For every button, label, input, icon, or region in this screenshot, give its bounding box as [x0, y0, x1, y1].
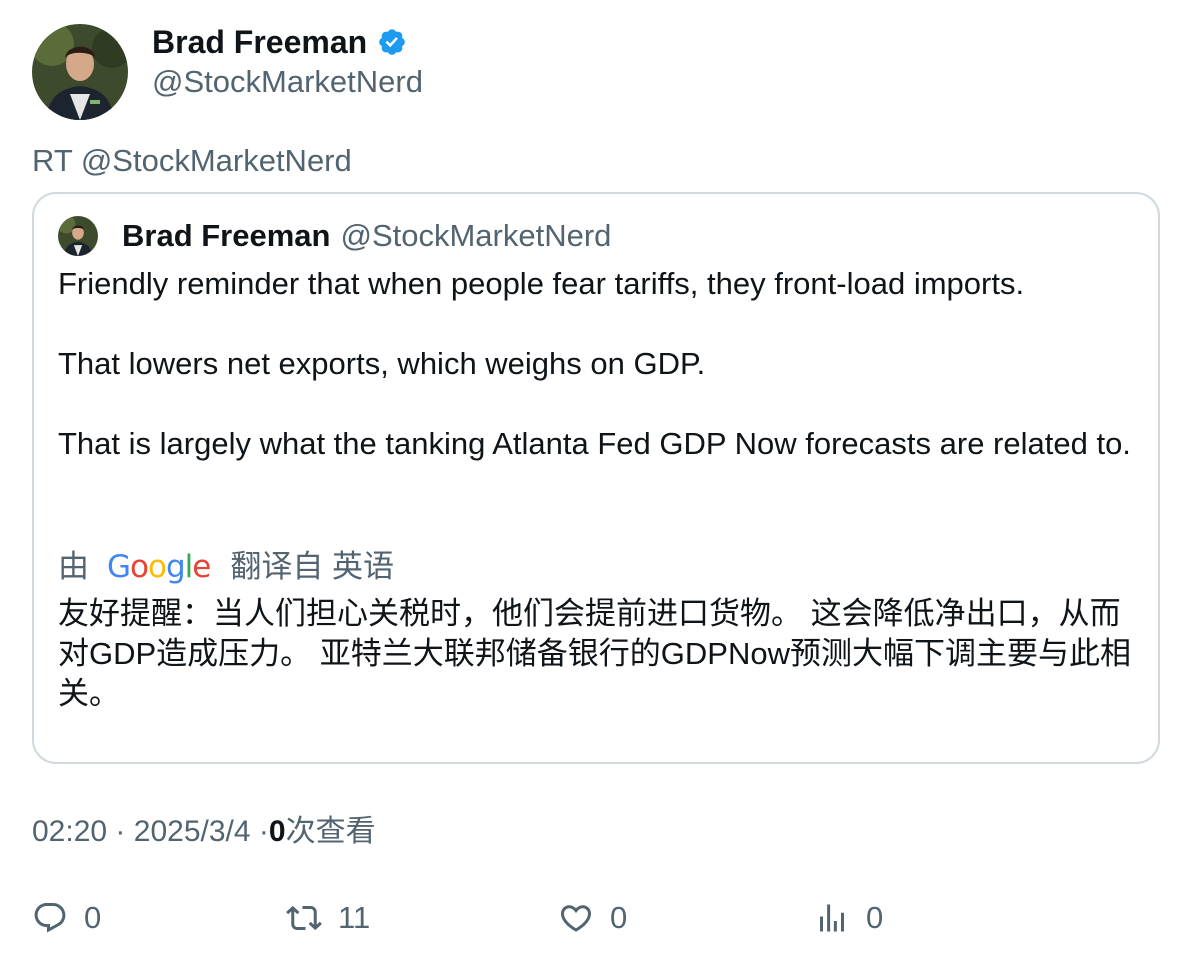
author-block: Brad Freeman @StockMarketNerd [152, 24, 423, 102]
reply-button[interactable]: 0 [32, 898, 101, 938]
tweet-header: Brad Freeman @StockMarketNerd [32, 24, 423, 120]
quoted-author-handle: @StockMarketNerd [340, 218, 612, 253]
like-count: 0 [610, 900, 628, 935]
views-action-count: 0 [866, 900, 884, 935]
google-logo: Google [107, 549, 211, 585]
tweet-paragraph: That is largely what the tanking Atlanta… [58, 426, 1131, 461]
translated-text: 友好提醒：当人们担心关税时，他们会提前进口货物。 这会降低净出口，从而对GDP造… [58, 596, 1131, 711]
translation-from-label: 翻译自 英语 [230, 549, 394, 584]
meta-separator: · [115, 815, 126, 848]
retweet-button[interactable]: 11 [286, 898, 370, 938]
action-bar: 0 11 0 0 [32, 898, 1162, 942]
author-name[interactable]: Brad Freeman [152, 24, 367, 60]
quoted-tweet-card[interactable]: Brad Freeman @StockMarketNerd Friendly r… [32, 192, 1160, 764]
translation-by-label: 由 [58, 549, 89, 584]
views-label: 次查看 [285, 815, 376, 848]
tweet-time[interactable]: 02:20 [32, 815, 107, 848]
heart-icon [560, 905, 592, 932]
retweet-icon [286, 905, 322, 931]
quoted-author-name: Brad Freeman [122, 218, 331, 253]
analytics-icon [820, 904, 844, 932]
like-button[interactable]: 0 [558, 898, 627, 938]
author-handle[interactable]: @StockMarketNerd [152, 62, 423, 102]
views-count: 0 [268, 815, 286, 848]
reply-icon [34, 903, 66, 933]
retweet-count: 11 [338, 900, 371, 935]
tweet-paragraph: That lowers net exports, which weighs on… [58, 346, 706, 381]
quoted-tweet-header: Brad Freeman @StockMarketNerd [58, 216, 611, 256]
translation-attribution: 由 Google 翻译自 英语 [58, 547, 394, 587]
verified-badge-icon[interactable] [377, 27, 407, 57]
reply-count: 0 [84, 900, 102, 935]
retweet-label: RT @StockMarketNerd [32, 143, 352, 178]
quoted-avatar[interactable] [58, 216, 98, 256]
views-button[interactable]: 0 [814, 898, 883, 938]
meta-separator: · [258, 815, 269, 848]
quoted-tweet-text: Friendly reminder that when people fear … [58, 264, 1138, 464]
tweet-paragraph: Friendly reminder that when people fear … [58, 266, 1025, 301]
tweet-meta: 02:20 · 2025/3/4 ·0次查看 [32, 813, 376, 851]
tweet-date[interactable]: 2025/3/4 [134, 815, 251, 848]
avatar[interactable] [32, 24, 128, 120]
author-name-row: Brad Freeman [152, 24, 423, 60]
